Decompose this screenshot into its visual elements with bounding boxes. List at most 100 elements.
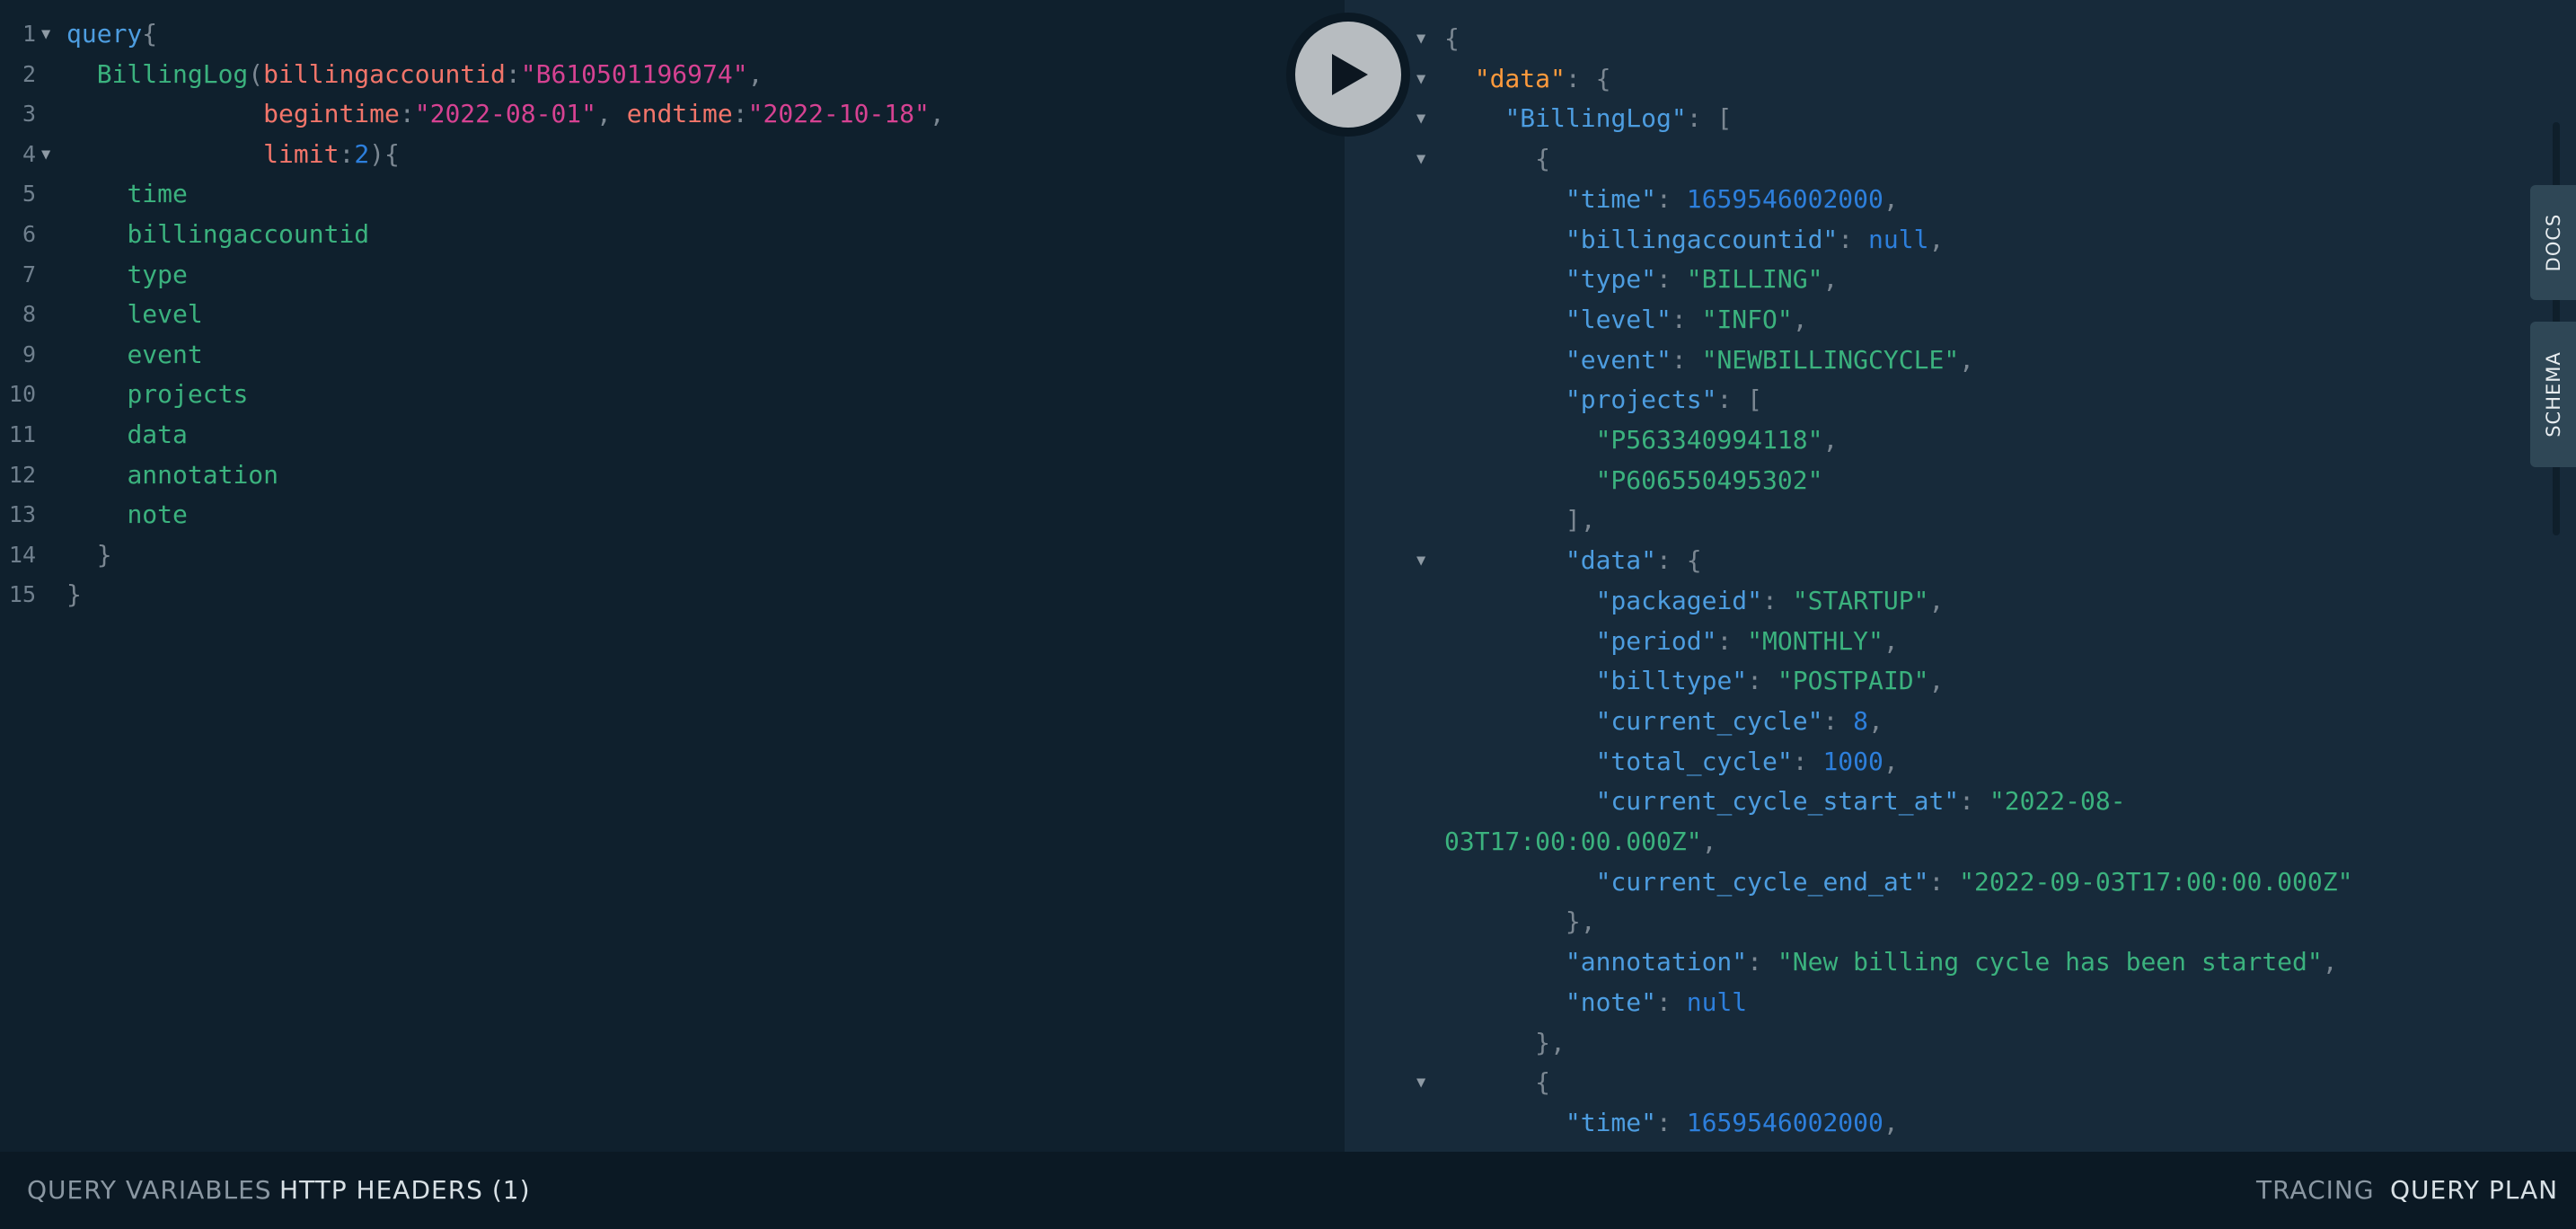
json-token: : [1928,866,1960,897]
docs-tab-label: DOCS [2542,213,2564,272]
json-token: "INFO" [1701,304,1793,334]
http-headers-tab[interactable]: HTTP HEADERS (1) [279,1152,531,1229]
query-editor[interactable]: 1 ▼ query{2 BillingLog(billingaccountid:"B… [0,0,1345,1152]
json-token: , [1883,183,1899,214]
tracing-tab[interactable]: TRACING [2256,1152,2375,1229]
query-variables-tab[interactable]: QUERY VARIABLES [27,1152,272,1229]
json-text: { [1444,139,1550,179]
json-token: : [ [1716,385,1763,415]
json-token: , [1883,746,1899,776]
code-token: { [142,19,158,49]
code-token: projects [127,379,249,410]
code-token: data [127,420,188,449]
json-token: : [1747,947,1778,977]
json-token: : { [1656,545,1702,576]
fold-arrow-icon[interactable]: ▼ [1416,59,1425,99]
json-token: 1000 [1822,746,1883,776]
code-token: type [127,259,188,289]
line-number: 15 [8,581,36,608]
json-token: "2022-09-03T17:00:00.000Z" [1959,866,2353,897]
json-text: "level": "INFO", [1444,300,1808,340]
fold-arrow-icon[interactable]: ▼ [1416,19,1425,58]
code-token: } [96,539,112,570]
fold-arrow-icon[interactable]: ▼ [1416,1063,1425,1102]
json-token: : [1822,705,1854,736]
json-token: : [1762,585,1793,615]
json-token: "NEWBILLINGCYCLE" [1701,344,1960,375]
line-number: 11 [8,421,36,447]
json-token: : [1959,786,1989,817]
line-number: 10 [8,381,36,408]
code-text: } [66,535,112,575]
json-token: { [1535,1067,1551,1098]
json-token: 03T17:00:00.000Z" [1444,827,1702,856]
code-text: time [66,174,188,214]
schema-tab[interactable]: SCHEMA [2530,322,2576,467]
fold-arrow-icon[interactable]: ▼ [41,14,50,54]
fold-arrow-icon[interactable]: ▼ [1416,541,1425,580]
json-token: }, [1535,1027,1566,1057]
run-button-face[interactable] [1295,22,1401,128]
json-token: : [1671,304,1702,334]
json-text: }, [1444,1023,1566,1063]
fold-arrow-icon[interactable]: ▼ [1416,139,1425,179]
code-token: annotation [127,459,279,490]
code-token: : [339,138,355,169]
code-text: billingaccountid [66,215,369,254]
json-token: "period" [1595,625,1717,656]
result-viewer[interactable]: ▼{▼ "data": {▼ "BillingLog": [▼ { "time"… [1345,0,2576,1152]
json-token: "BillingLog" [1504,103,1687,134]
code-token: note [127,500,188,530]
json-token: : [1656,264,1687,295]
docs-tab[interactable]: DOCS [2530,185,2576,300]
code-token: , [747,58,763,89]
line-number: 2 [22,60,36,87]
run-query-button[interactable] [1286,13,1410,137]
json-text: 03T17:00:00.000Z", [1444,822,1716,862]
code-token: time [127,179,188,209]
code-token: , [596,99,627,129]
json-text: "packageid": "STARTUP", [1444,581,1945,621]
json-text: "data": { [1444,59,1611,99]
json-text: "type": "BILLING", [1444,260,1838,299]
json-text: "projects": [ [1444,380,1762,420]
json-text: "data": { [1444,541,1702,580]
json-token: : [1656,986,1687,1017]
query-plan-tab[interactable]: QUERY PLAN [2390,1152,2558,1229]
code-text: limit:2){ [66,135,400,174]
json-token: "MONTHLY" [1747,625,1883,656]
json-text: "note": null [1444,983,1747,1022]
json-text: "time": 1659546002000, [1444,1103,1899,1143]
code-text: projects [66,375,248,414]
code-token: endtime [626,99,733,129]
json-token: "current_cycle_end_at" [1595,866,1929,897]
json-token: , [1701,827,1717,856]
fold-arrow-icon[interactable]: ▼ [1416,99,1425,138]
json-text: }, [1444,902,1596,942]
code-text: query{ [66,14,157,54]
fold-arrow-icon[interactable]: ▼ [41,135,50,174]
json-token: "data" [1474,63,1566,93]
code-token: limit [263,138,340,169]
code-token: billingaccountid [127,219,370,249]
